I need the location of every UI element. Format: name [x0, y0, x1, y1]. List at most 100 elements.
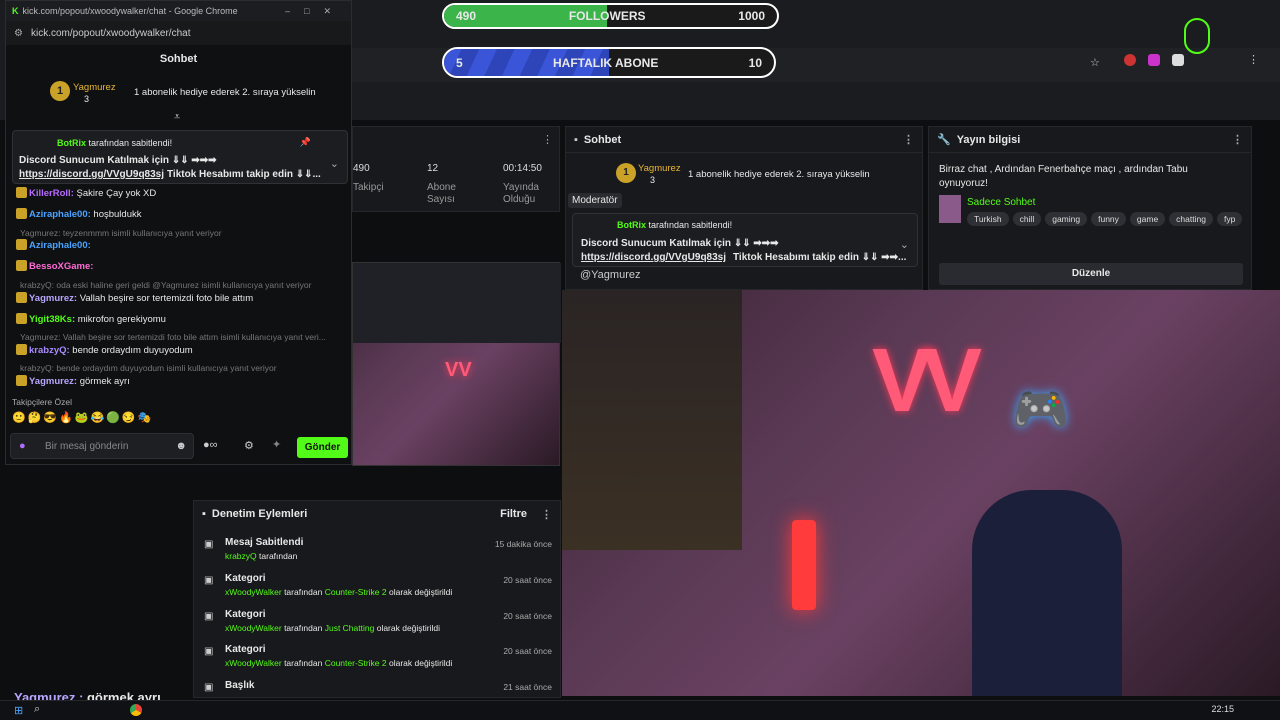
stream-info-header: 🔧 Yayın bilgisi ⋮: [929, 127, 1251, 153]
subscriber-badge-icon: [16, 344, 27, 355]
chat-panel: ▪ Sohbet ⋮ 1 Yagmurez 3 1 abonelik hediy…: [565, 126, 923, 290]
stream-tag[interactable]: fyp: [1216, 212, 1243, 226]
pinned-link[interactable]: https://discord.gg/VVgU9q83sj: [19, 169, 164, 180]
chat-text: hoşbuldukk: [93, 209, 142, 220]
more-icon[interactable]: ⋮: [903, 133, 914, 146]
chat-panel-header: ▪ Sohbet ⋮: [566, 127, 922, 153]
stream-description: Birraz chat , Ardından Fenerbahçe maçı ,…: [939, 164, 1188, 189]
pinned-link[interactable]: https://discord.gg/VVgU9q83sj: [581, 252, 726, 263]
chat-message: Aziraphale00: hoşbuldukk: [16, 208, 141, 220]
stream-tag[interactable]: funny: [1091, 212, 1126, 226]
extension-icon[interactable]: [1124, 54, 1136, 66]
stat-followers: 490 Takipçi: [353, 163, 384, 193]
action-time: 20 saat önce: [503, 575, 552, 585]
chat-username[interactable]: krabzyQ:: [29, 345, 70, 356]
mod-action-row: ▣ Kategori xWoodyWalker tarafından Counter…: [200, 571, 558, 607]
chat-icon: ▪: [574, 133, 578, 146]
stream-info-title: Yayın bilgisi: [956, 133, 1021, 146]
chat-username[interactable]: Aziraphale00:: [29, 209, 91, 220]
windows-start-icon[interactable]: ⊞: [14, 704, 23, 717]
bot-icon[interactable]: ✦: [272, 438, 281, 451]
chevron-down-icon[interactable]: ⌄: [900, 238, 909, 251]
window-controls[interactable]: –□✕: [285, 6, 345, 17]
followers-goal-bar: 490 FOLLOWERS 1000: [442, 3, 779, 29]
stream-tag[interactable]: chill: [1012, 212, 1042, 226]
chat-username[interactable]: Yagmurez:: [29, 293, 77, 304]
action-detail: xWoodyWalker tarafından Just Chatting ol…: [225, 623, 441, 633]
emote-row[interactable]: 🙂🤔😎🔥🐸😂🟢😏🎭: [12, 411, 212, 427]
chrome-icon[interactable]: [130, 704, 142, 716]
mod-action-row: ▣ Mesaj Sabitlendi krabzyQ tarafından 15 d…: [200, 535, 558, 571]
stream-preview: VV: [352, 262, 561, 466]
stream-tag[interactable]: chatting: [1169, 212, 1213, 226]
url-text: kick.com/popout/xwoodywalker/chat: [30, 27, 191, 39]
chevron-down-icon[interactable]: ⌄: [330, 157, 339, 170]
chat-message: BessoXGame:: [16, 260, 93, 272]
clock: 22:15: [1211, 704, 1234, 714]
menu-icon[interactable]: ⋮: [1248, 53, 1259, 66]
chat-message: Yagmurez: görmek ayrı: [16, 375, 130, 387]
pin-icon[interactable]: 📌: [300, 137, 311, 148]
chat-username[interactable]: BessoXGame:: [29, 261, 93, 272]
search-icon[interactable]: ⌕: [34, 703, 40, 716]
gamepad-neon-icon: 🎮: [1012, 383, 1070, 435]
rank-badge: 1: [616, 163, 636, 183]
followers-label: FOLLOWERS: [568, 9, 646, 23]
site-settings-icon[interactable]: ⚙: [14, 28, 23, 39]
chat-username[interactable]: Yagmurez:: [29, 376, 77, 387]
subscriber-badge-icon: [16, 260, 27, 271]
emoji-icon[interactable]: ☻: [175, 440, 187, 452]
gifter-count: 3: [650, 175, 656, 185]
pinned-message[interactable]: BotRix tarafından sabitlendi! 📌 Discord …: [12, 130, 348, 184]
chat-username[interactable]: Aziraphale00:: [29, 240, 91, 251]
neon-sign: VV: [445, 359, 472, 381]
chat-text: görmek ayrı: [79, 376, 130, 387]
popup-chat-header: Sohbet: [159, 53, 198, 65]
mic-icon[interactable]: ●: [19, 440, 26, 452]
chat-mention: @Yagmurez: [580, 269, 641, 281]
action-time: 20 saat önce: [503, 646, 552, 656]
gifter-name: Yagmurez: [638, 163, 681, 174]
action-detail: xWoodyWalker tarafından Counter-Strike 2…: [225, 658, 453, 668]
chat-username[interactable]: KillerRoll:: [29, 188, 74, 199]
subscriber-badge-icon: [16, 239, 27, 250]
wrench-icon: 🔧: [937, 134, 951, 146]
chat-text: Şakire Çay yok XD: [76, 188, 157, 199]
pinned-message[interactable]: BotRix tarafından sabitlendi! Discord Su…: [572, 213, 918, 267]
send-button[interactable]: Gönder: [297, 437, 348, 458]
action-title: Kategori: [225, 609, 266, 620]
extension-icon[interactable]: [1172, 54, 1184, 66]
pinned-text: Tiktok Hesabımı takip edin ⇓⇓...: [167, 169, 321, 180]
gifter-count: 3: [84, 94, 90, 104]
gear-icon[interactable]: ⚙: [244, 439, 254, 452]
category-name[interactable]: Sadece Sohbet: [967, 197, 1035, 208]
collapse-icon[interactable]: ⩡: [174, 111, 180, 124]
subscriber-badge-icon: [16, 292, 27, 303]
mod-action-row: ▣ Kategori xWoodyWalker tarafından Just Ch…: [200, 607, 558, 643]
action-title: Kategori: [225, 644, 266, 655]
extension-icon[interactable]: [1148, 54, 1160, 66]
stream-tag[interactable]: Turkish: [967, 212, 1009, 226]
chat-text: bende ordaydım duyuyodum: [72, 345, 193, 356]
more-icon[interactable]: ⋮: [542, 133, 553, 146]
stream-tag[interactable]: gaming: [1045, 212, 1088, 226]
filter-button[interactable]: Filtre: [500, 508, 527, 520]
action-detail: xWoodyWalker tarafından Counter-Strike 2…: [225, 587, 453, 597]
action-title: Kategori: [225, 573, 266, 584]
chat-username[interactable]: Yigit38Ks:: [29, 314, 75, 325]
action-icon: ▣: [204, 646, 214, 657]
star-icon[interactable]: ☆: [1090, 56, 1100, 69]
popout-chat-window: K kick.com/popout/xwoodywalker/chat - Go…: [5, 0, 352, 465]
stream-tag[interactable]: game: [1129, 212, 1166, 226]
action-icon: ▣: [204, 682, 214, 693]
url-bar[interactable]: ⚙ kick.com/popout/xwoodywalker/chat: [6, 21, 351, 45]
more-icon[interactable]: ⋮: [1232, 133, 1243, 146]
slowmode-icon[interactable]: ●∞: [203, 439, 218, 451]
edit-button[interactable]: Düzenle: [939, 263, 1243, 285]
category-thumbnail: [939, 195, 961, 223]
sub-current: 5: [456, 55, 463, 70]
more-icon[interactable]: ⋮: [541, 508, 552, 521]
stats-panel: ⋮ 490 Takipçi 12 Abone Sayısı 00:14:50 Yayı…: [352, 126, 560, 212]
followers-current: 490: [456, 9, 477, 23]
chat-input[interactable]: ● Bir mesaj gönderin ☻: [10, 433, 194, 459]
